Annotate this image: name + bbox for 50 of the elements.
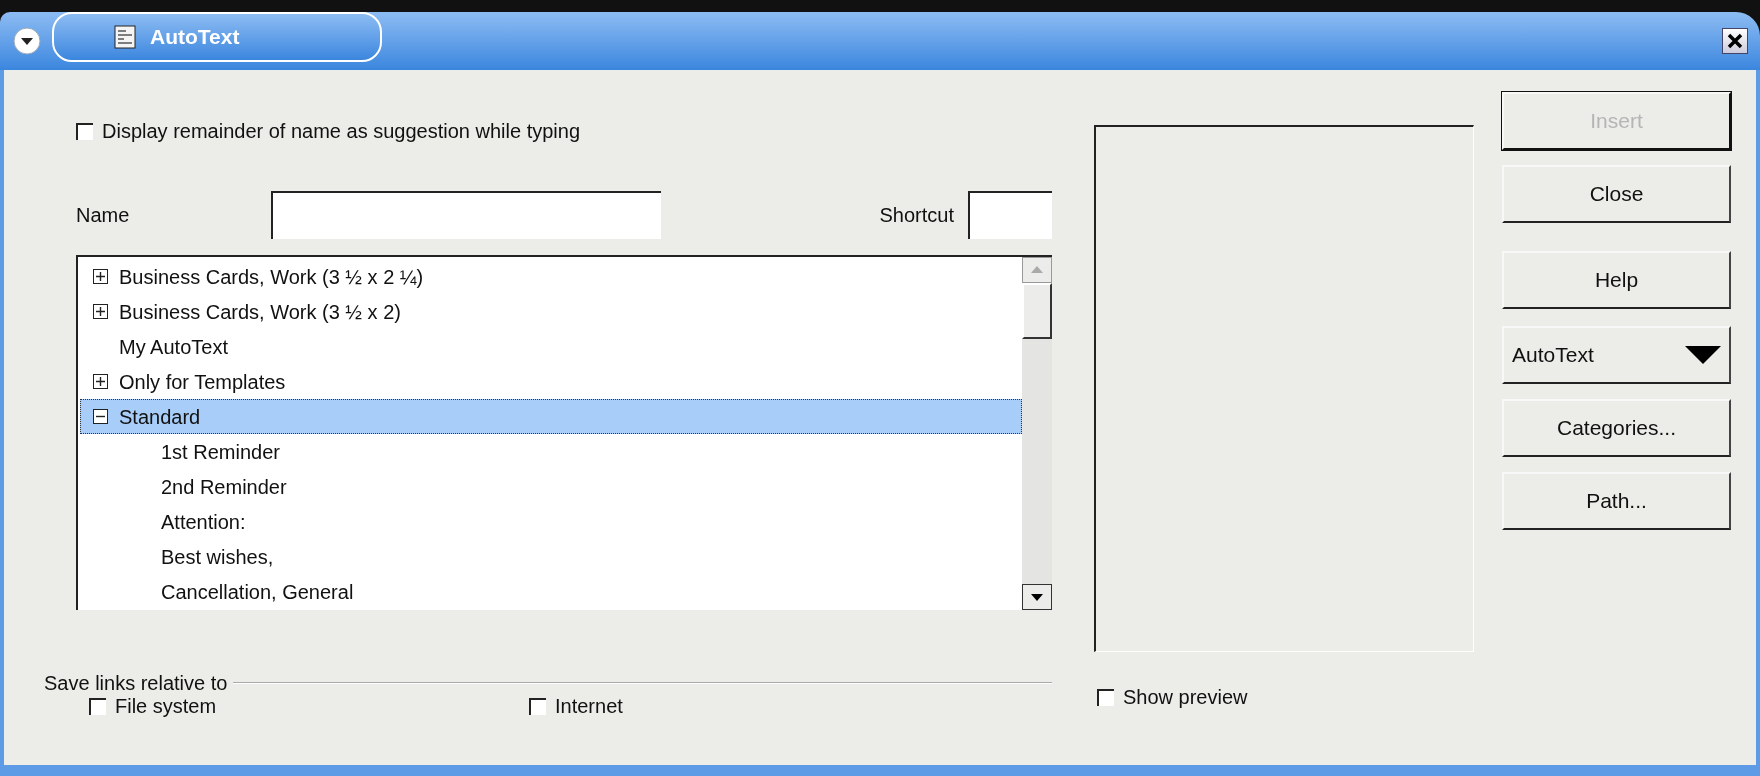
checkbox-label: Show preview (1123, 685, 1248, 710)
dialog-button[interactable]: Categories... (1502, 399, 1731, 457)
tree-item[interactable]: Best wishes, (80, 539, 1022, 574)
checkbox-label: Internet (555, 694, 623, 719)
collapse-icon[interactable] (92, 409, 108, 424)
tree-item-label: Business Cards, Work (3 ½ x 2 ¼) (119, 264, 424, 290)
scrollbar[interactable] (1022, 257, 1052, 610)
checkbox[interactable] (76, 122, 93, 140)
dialog-button[interactable]: Path... (1502, 472, 1731, 530)
tree-item[interactable]: Standard (80, 399, 1022, 434)
name-label: Name (76, 203, 131, 228)
group-label: Save links relative to (44, 671, 228, 696)
dialog-button[interactable]: Close (1502, 165, 1731, 223)
tree-item[interactable]: My AutoText (80, 329, 1022, 364)
tree-item[interactable]: Business Cards, Work (3 ½ x 2 ¼) (80, 259, 1022, 294)
expand-icon[interactable] (92, 374, 108, 389)
checkbox[interactable] (529, 697, 546, 715)
tree-item[interactable]: 1st Reminder (80, 434, 1022, 469)
tree-item-label: Cancellation, General (161, 579, 354, 605)
tree-item[interactable]: Business Cards, Work (3 ½ x 2) (80, 294, 1022, 329)
tree-item-label: Only for Templates (119, 369, 286, 395)
document-icon (114, 25, 136, 49)
tree-item[interactable]: Only for Templates (80, 364, 1022, 399)
scroll-thumb[interactable] (1022, 283, 1052, 339)
tree-item[interactable]: Attention: (80, 504, 1022, 539)
tree-item-label: 2nd Reminder (161, 474, 287, 500)
expand-icon[interactable] (92, 269, 108, 284)
shortcut-field[interactable] (968, 191, 1052, 239)
checkbox[interactable] (1097, 688, 1114, 706)
tree-item-label: Business Cards, Work (3 ½ x 2) (119, 299, 401, 325)
tree-item[interactable]: Cancellation, General (80, 574, 1022, 609)
tree-item-label: My AutoText (119, 334, 228, 360)
shortcut-label: Shortcut (879, 203, 954, 228)
window-title: AutoText (150, 24, 240, 51)
dialog-button[interactable]: Help (1502, 251, 1731, 309)
tree-item-label: Standard (119, 404, 201, 430)
checkbox-label: File system (115, 694, 217, 719)
tree-item-label: Best wishes, (161, 544, 274, 570)
expand-icon[interactable] (92, 304, 108, 319)
tree-item[interactable]: 2nd Reminder (80, 469, 1022, 504)
dropdown-arrow-icon (1685, 346, 1721, 364)
window-menu-icon[interactable] (12, 26, 42, 56)
name-field[interactable] (271, 191, 661, 239)
scroll-down-icon[interactable] (1022, 584, 1052, 610)
tree-item-label: 1st Reminder (161, 439, 280, 465)
checkbox[interactable] (89, 697, 106, 715)
close-icon[interactable] (1722, 28, 1748, 54)
checkbox-label: Display remainder of name as suggestion while typing (102, 119, 581, 144)
tree-item-label: Attention: (161, 509, 246, 535)
menu-button[interactable]: AutoText (1502, 326, 1731, 384)
